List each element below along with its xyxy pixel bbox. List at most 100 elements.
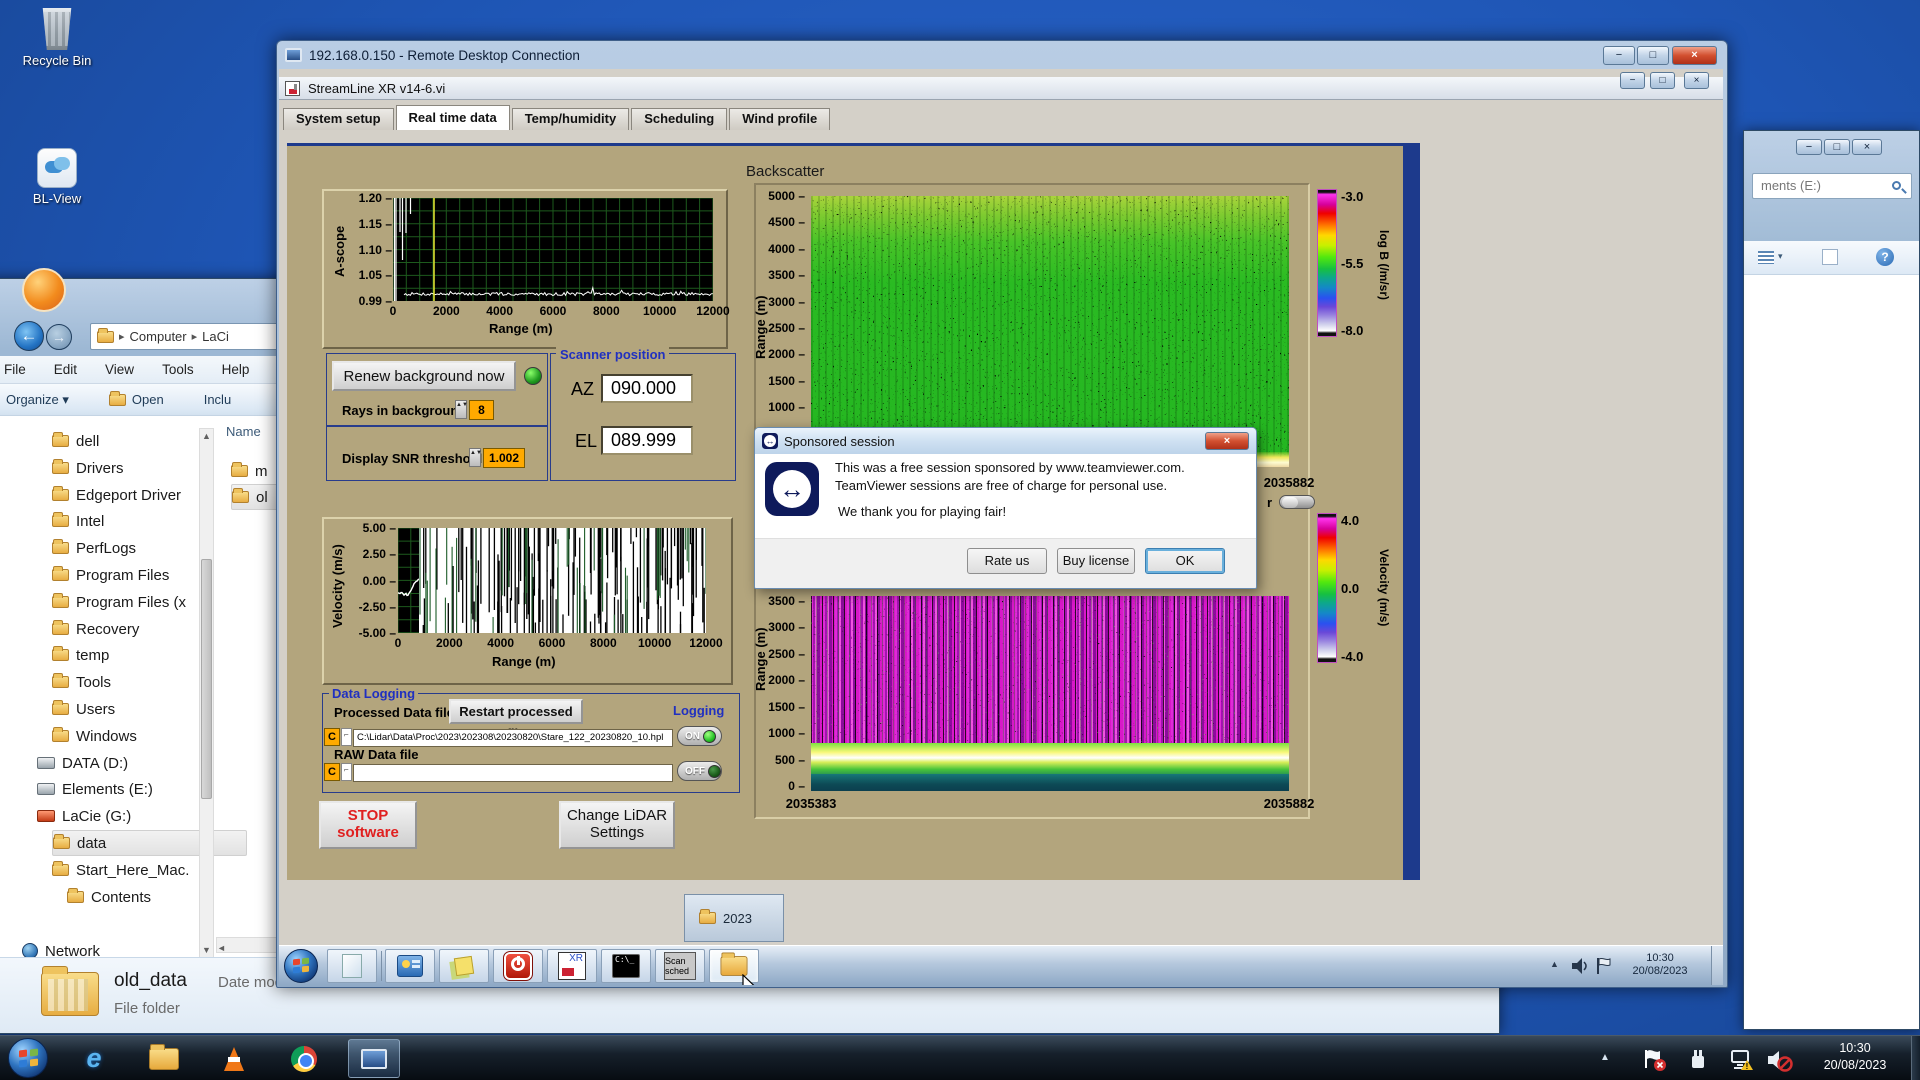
menu-item-file[interactable]: File <box>4 362 26 377</box>
tab-system-setup[interactable]: System setup <box>283 108 394 130</box>
dialog-title-bar[interactable]: ↔ Sponsored session <box>755 428 1256 454</box>
taskbar-preview-popup[interactable]: 2023 <box>684 894 784 942</box>
remote-start-button[interactable] <box>284 949 318 983</box>
raw-drive-selector[interactable]: C <box>324 763 340 781</box>
tree-item-start-here-mac-[interactable]: Start_Here_Mac. <box>52 857 247 883</box>
tree-item-data[interactable]: data <box>52 830 247 856</box>
raw-logging-toggle[interactable]: OFF <box>677 761 722 781</box>
maximize-button[interactable]: □ <box>1824 139 1850 155</box>
taskbar-remote-desktop[interactable] <box>348 1039 400 1078</box>
change-lidar-settings-button[interactable]: Change LiDAR Settings <box>559 801 675 849</box>
rate-us-button[interactable]: Rate us <box>967 548 1047 574</box>
raw-path-field[interactable] <box>353 764 673 782</box>
restart-processed-button[interactable]: Restart processed file <box>449 699 583 741</box>
search-input[interactable]: ments (E:) <box>1752 173 1912 199</box>
buy-license-button[interactable]: Buy license <box>1057 548 1135 574</box>
vertical-scrollbar[interactable]: ▲ ▼ <box>199 428 214 958</box>
tab-wind-profile[interactable]: Wind profile <box>729 108 831 130</box>
taskbar-media-player[interactable] <box>208 1039 260 1078</box>
labview-close-button[interactable]: × <box>1684 72 1709 89</box>
remote-clock[interactable]: 10:30 20/08/2023 <box>1624 952 1696 978</box>
taskbar-windows-explorer[interactable] <box>138 1039 190 1078</box>
maximize-button[interactable]: □ <box>1637 46 1669 65</box>
minimize-button[interactable]: − <box>1603 46 1635 65</box>
close-button[interactable]: × <box>1672 46 1717 65</box>
velocity-plot-area[interactable] <box>398 528 706 633</box>
volume-muted-icon[interactable] <box>1766 1048 1794 1072</box>
show-desktop-button[interactable] <box>1911 1036 1920 1080</box>
tree-item-dell[interactable]: dell <box>52 428 247 454</box>
minimize-button[interactable]: − <box>1796 139 1822 155</box>
taskbar-internet-explorer[interactable]: e <box>68 1039 120 1078</box>
tree-item-tools[interactable]: Tools <box>52 669 247 695</box>
remote-hidden-icons-button[interactable]: ▲ <box>1550 959 1559 969</box>
velocity-heatmap[interactable] <box>811 596 1289 791</box>
remote-taskbar-labview-xr[interactable]: XR <box>547 949 597 983</box>
tree-item-program-files[interactable]: Program Files <box>52 562 247 588</box>
remote-volume-icon[interactable] <box>1570 956 1590 976</box>
tree-item-intel[interactable]: Intel <box>52 508 247 534</box>
scroll-up-icon[interactable]: ▲ <box>200 431 213 441</box>
remote-taskbar-command-prompt[interactable]: C:\_ <box>601 949 651 983</box>
menu-item-help[interactable]: Help <box>222 362 250 377</box>
menu-item-edit[interactable]: Edit <box>54 362 77 377</box>
tab-real-time-data[interactable]: Real time data <box>395 105 510 130</box>
close-button[interactable]: × <box>1852 139 1882 155</box>
taskbar-chrome[interactable] <box>278 1039 330 1078</box>
raw-path-type-icon[interactable] <box>341 763 352 781</box>
remote-taskbar-control-panel[interactable] <box>385 949 435 983</box>
remote-language-flag-icon[interactable] <box>1595 956 1615 976</box>
tree-item-temp[interactable]: temp <box>52 642 247 668</box>
dialog-close-button[interactable]: × <box>1205 432 1249 450</box>
rdp-title-bar[interactable]: 192.168.0.150 - Remote Desktop Connectio… <box>277 41 1727 69</box>
help-icon[interactable]: ? <box>1876 248 1894 266</box>
breadcrumb-item-computer[interactable]: Computer <box>130 329 187 344</box>
az-value[interactable]: 090.000 <box>601 374 693 403</box>
tab-scheduling[interactable]: Scheduling <box>631 108 728 130</box>
tree-item-recovery[interactable]: Recovery <box>52 616 247 642</box>
include-button[interactable]: Inclu <box>204 392 231 407</box>
start-button[interactable] <box>8 1038 48 1078</box>
processed-path-type-icon[interactable] <box>341 728 352 746</box>
processed-logging-toggle[interactable]: ON <box>677 726 722 746</box>
breadcrumb-item-lacie[interactable]: LaCi <box>202 329 229 344</box>
network-warning-icon[interactable]: ! <box>1728 1048 1756 1072</box>
desktop-icon-recycle-bin[interactable]: Recycle Bin <box>14 8 100 68</box>
action-center-icon[interactable] <box>1642 1048 1668 1072</box>
remote-taskbar-sticky-notes[interactable] <box>439 949 489 983</box>
snr-stepper[interactable]: ▲▼ <box>469 448 482 467</box>
menu-item-view[interactable]: View <box>105 362 134 377</box>
organize-button[interactable]: Organize ▾ <box>6 392 69 408</box>
plot-adjust-knob[interactable] <box>1279 495 1315 509</box>
remote-taskbar-notepad[interactable] <box>327 949 377 983</box>
rays-stepper[interactable]: ▲▼ <box>455 400 468 419</box>
tree-item-perflogs[interactable]: PerfLogs <box>52 535 247 561</box>
rays-value[interactable]: 8 <box>469 400 494 420</box>
labview-title-bar[interactable]: StreamLine XR v14-6.vi <box>279 77 1723 100</box>
desktop-icon-bl-view[interactable]: BL-View <box>14 148 100 206</box>
ok-button[interactable]: OK <box>1145 548 1225 574</box>
view-list-icon[interactable] <box>1758 251 1774 264</box>
snr-value[interactable]: 1.002 <box>483 448 525 468</box>
labview-minimize-button[interactable]: − <box>1620 72 1645 89</box>
forward-button[interactable]: → <box>46 324 72 350</box>
tree-item-users[interactable]: Users <box>52 696 247 722</box>
power-plug-icon[interactable] <box>1686 1048 1712 1072</box>
open-button[interactable]: Open <box>108 390 164 407</box>
tree-item-program-files-x[interactable]: Program Files (x <box>52 589 247 615</box>
scroll-left-icon[interactable]: ◄ <box>217 943 226 953</box>
scroll-down-icon[interactable]: ▼ <box>200 945 213 955</box>
processed-path-field[interactable]: C:\Lidar\Data\Proc\2023\202308\20230820\… <box>353 729 673 747</box>
tree-item-drivers[interactable]: Drivers <box>52 455 247 481</box>
back-button[interactable]: ← <box>14 321 44 351</box>
remote-show-desktop-button[interactable] <box>1711 946 1723 985</box>
view-dropdown-icon[interactable]: ▾ <box>1778 251 1783 262</box>
hidden-icons-button[interactable]: ▲ <box>1600 1052 1610 1063</box>
stop-software-button[interactable]: STOP software <box>319 801 417 849</box>
renew-background-button[interactable]: Renew background now <box>332 361 516 391</box>
remote-taskbar-scan-scheduler[interactable]: Scan sched <box>655 949 705 983</box>
processed-drive-selector[interactable]: C <box>324 728 340 746</box>
scrollbar-thumb[interactable] <box>201 559 212 799</box>
column-header-name[interactable]: Name <box>226 424 261 439</box>
tree-item-windows[interactable]: Windows <box>52 723 247 749</box>
